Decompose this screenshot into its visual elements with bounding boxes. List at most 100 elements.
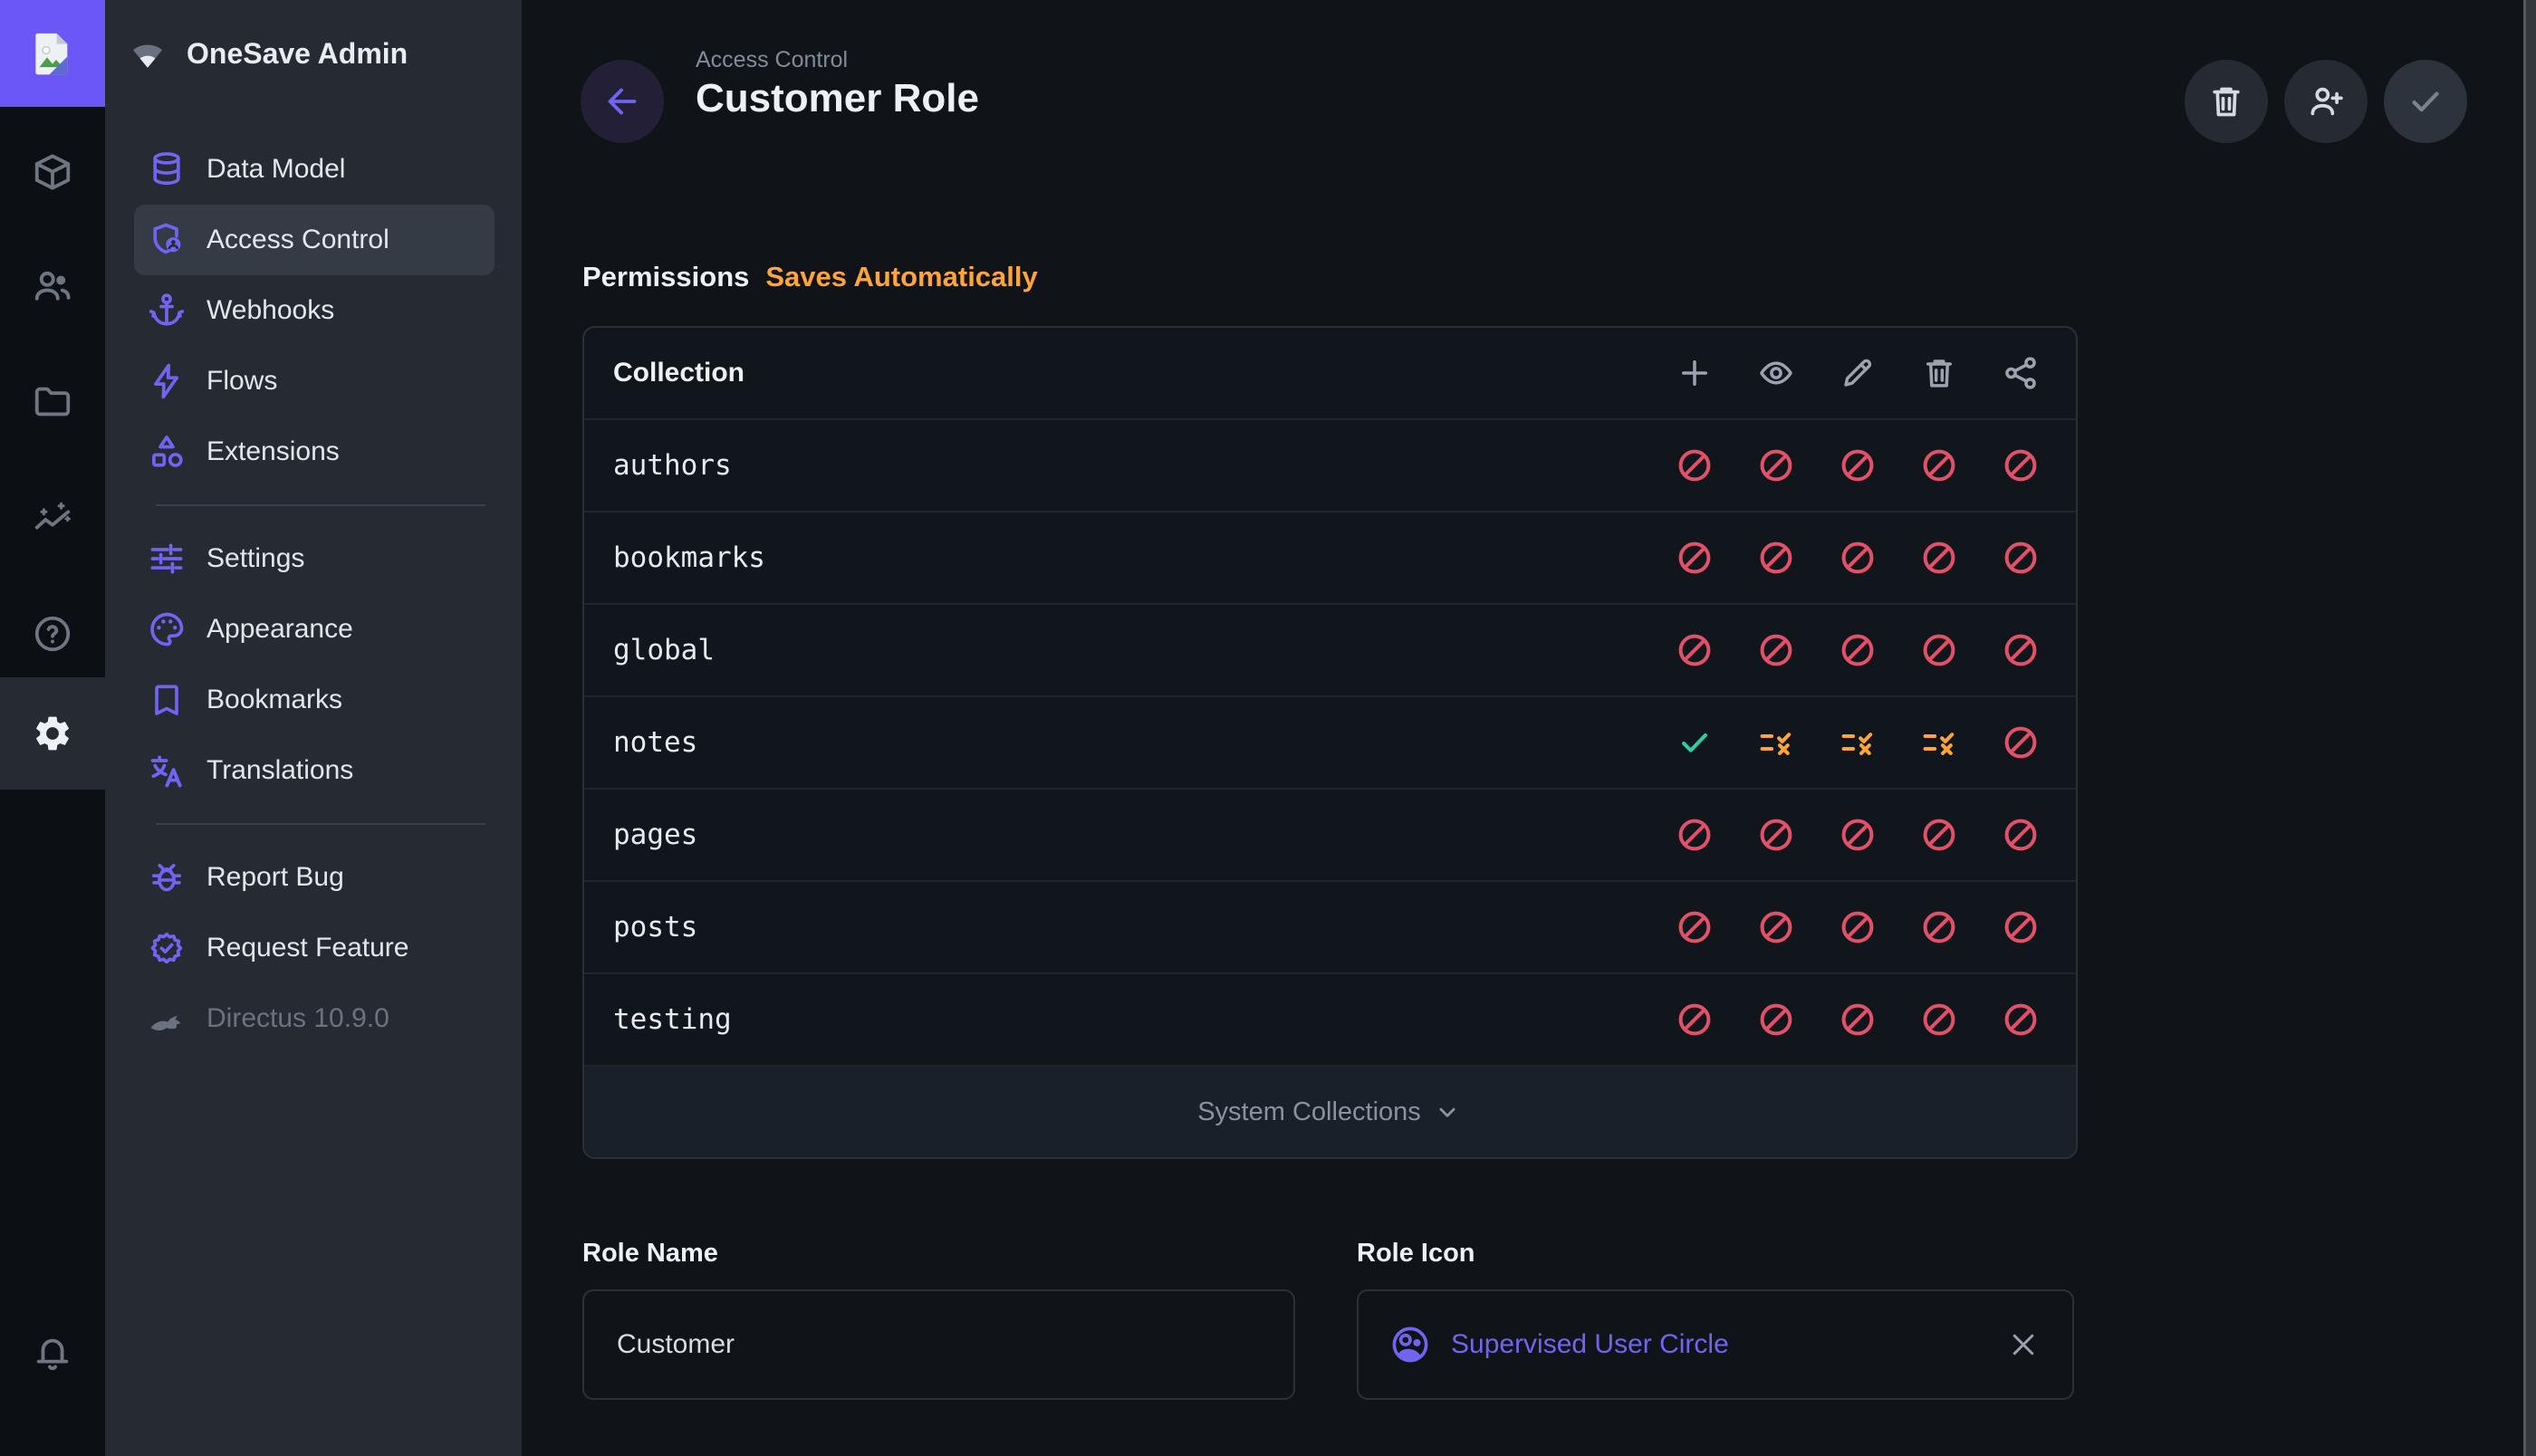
permission-create-none[interactable] (1654, 974, 1735, 1065)
project-logo[interactable] (0, 0, 105, 107)
permission-delete-none[interactable] (1898, 882, 1980, 972)
module-users[interactable] (0, 234, 105, 339)
block-icon (2002, 539, 2040, 577)
permission-share-none[interactable] (1980, 974, 2061, 1065)
permission-delete-none[interactable] (1898, 790, 1980, 880)
role-icon-input[interactable]: Supervised User Circle (1357, 1289, 2074, 1400)
permission-read-none[interactable] (1735, 790, 1817, 880)
permission-delete-custom[interactable] (1898, 697, 1980, 788)
block-icon (1839, 539, 1877, 577)
block-icon (1839, 446, 1877, 484)
save-button[interactable] (2384, 60, 2467, 143)
module-files[interactable] (0, 350, 105, 455)
permission-create-none[interactable] (1654, 420, 1735, 511)
module-settings[interactable] (0, 677, 105, 790)
wifi-icon (129, 34, 167, 72)
permission-create-none[interactable] (1654, 605, 1735, 695)
permission-create-none[interactable] (1654, 882, 1735, 972)
table-row-global: global (584, 603, 2076, 695)
column-header-share (1980, 328, 2061, 418)
block-icon (1676, 1001, 1714, 1039)
permission-read-none[interactable] (1735, 974, 1817, 1065)
permission-update-none[interactable] (1817, 882, 1898, 972)
invite-users-button[interactable] (2284, 60, 2368, 143)
shapes-icon (147, 432, 187, 472)
collection-name: global (584, 634, 715, 666)
share-icon (2002, 354, 2040, 392)
scrollbar[interactable] (2523, 0, 2536, 1456)
permission-read-none[interactable] (1735, 605, 1817, 695)
block-icon (2002, 908, 2040, 946)
sidebar-item-label: Appearance (207, 614, 353, 645)
block-icon (2002, 446, 2040, 484)
table-row-notes: notes (584, 695, 2076, 788)
permission-delete-none[interactable] (1898, 512, 1980, 603)
column-header-read (1735, 328, 1817, 418)
permission-read-custom[interactable] (1735, 697, 1817, 788)
close-icon[interactable] (2007, 1328, 2040, 1361)
permission-share-none[interactable] (1980, 882, 2061, 972)
collection-name: authors (584, 449, 732, 482)
permission-update-none[interactable] (1817, 512, 1898, 603)
sidebar-item-request-feature[interactable]: Request Feature (134, 913, 495, 983)
permission-share-none[interactable] (1980, 605, 2061, 695)
sidebar-item-label: Bookmarks (207, 685, 342, 715)
project-header[interactable]: OneSave Admin (105, 0, 522, 107)
sidebar-item-data-model[interactable]: Data Model (134, 134, 495, 205)
permission-share-none[interactable] (1980, 697, 2061, 788)
column-header-update (1817, 328, 1898, 418)
module-notifications[interactable] (0, 1301, 105, 1406)
permission-delete-none[interactable] (1898, 420, 1980, 511)
sidebar-item-extensions[interactable]: Extensions (134, 417, 495, 487)
sidebar-item-appearance[interactable]: Appearance (134, 594, 495, 665)
delete-role-button[interactable] (2185, 60, 2268, 143)
permission-create-full[interactable] (1654, 697, 1735, 788)
translate-icon (147, 751, 187, 790)
permission-share-none[interactable] (1980, 512, 2061, 603)
collection-name: testing (584, 1003, 732, 1036)
block-icon (1676, 539, 1714, 577)
permission-read-none[interactable] (1735, 420, 1817, 511)
permission-delete-none[interactable] (1898, 605, 1980, 695)
sidebar-item-report-bug[interactable]: Report Bug (134, 842, 495, 913)
sidebar-item-webhooks[interactable]: Webhooks (134, 275, 495, 346)
plus-icon (1676, 354, 1714, 392)
sidebar-item-flows[interactable]: Flows (134, 346, 495, 417)
permission-update-none[interactable] (1817, 790, 1898, 880)
sidebar-item-bookmarks[interactable]: Bookmarks (134, 665, 495, 735)
gear-icon (32, 713, 73, 754)
module-docs[interactable] (0, 581, 105, 686)
permission-update-none[interactable] (1817, 420, 1898, 511)
system-collections-toggle[interactable]: System Collections (584, 1065, 2076, 1157)
permission-update-custom[interactable] (1817, 697, 1898, 788)
breadcrumb[interactable]: Access Control (696, 47, 848, 73)
permission-read-none[interactable] (1735, 882, 1817, 972)
sidebar-item-translations[interactable]: Translations (134, 735, 495, 806)
permission-share-none[interactable] (1980, 790, 2061, 880)
back-button[interactable] (581, 60, 664, 143)
rabbit-icon (147, 999, 187, 1039)
sidebar-item-access-control[interactable]: Access Control (134, 205, 495, 275)
permission-create-none[interactable] (1654, 512, 1735, 603)
chevron-down-icon (1432, 1097, 1463, 1127)
permissions-heading-label: Permissions (582, 261, 749, 292)
module-insights[interactable] (0, 465, 105, 570)
permission-read-none[interactable] (1735, 512, 1817, 603)
navigation-sidebar: OneSave Admin Data ModelAccess ControlWe… (105, 0, 522, 1456)
sidebar-item-label: Extensions (207, 436, 340, 467)
help-icon (32, 613, 73, 655)
shield-user-icon (147, 220, 187, 260)
module-content[interactable] (0, 120, 105, 225)
permission-update-none[interactable] (1817, 605, 1898, 695)
sidebar-item-directus-10-9-0[interactable]: Directus 10.9.0 (134, 983, 495, 1054)
supervised-user-icon (1389, 1324, 1431, 1365)
permission-share-none[interactable] (1980, 420, 2061, 511)
broken-image-icon (27, 28, 78, 79)
sidebar-item-settings[interactable]: Settings (134, 523, 495, 594)
permission-update-none[interactable] (1817, 974, 1898, 1065)
table-row-pages: pages (584, 788, 2076, 880)
role-name-input[interactable]: Customer (582, 1289, 1295, 1400)
permission-create-none[interactable] (1654, 790, 1735, 880)
collection-column-header: Collection (584, 358, 744, 388)
permission-delete-none[interactable] (1898, 974, 1980, 1065)
